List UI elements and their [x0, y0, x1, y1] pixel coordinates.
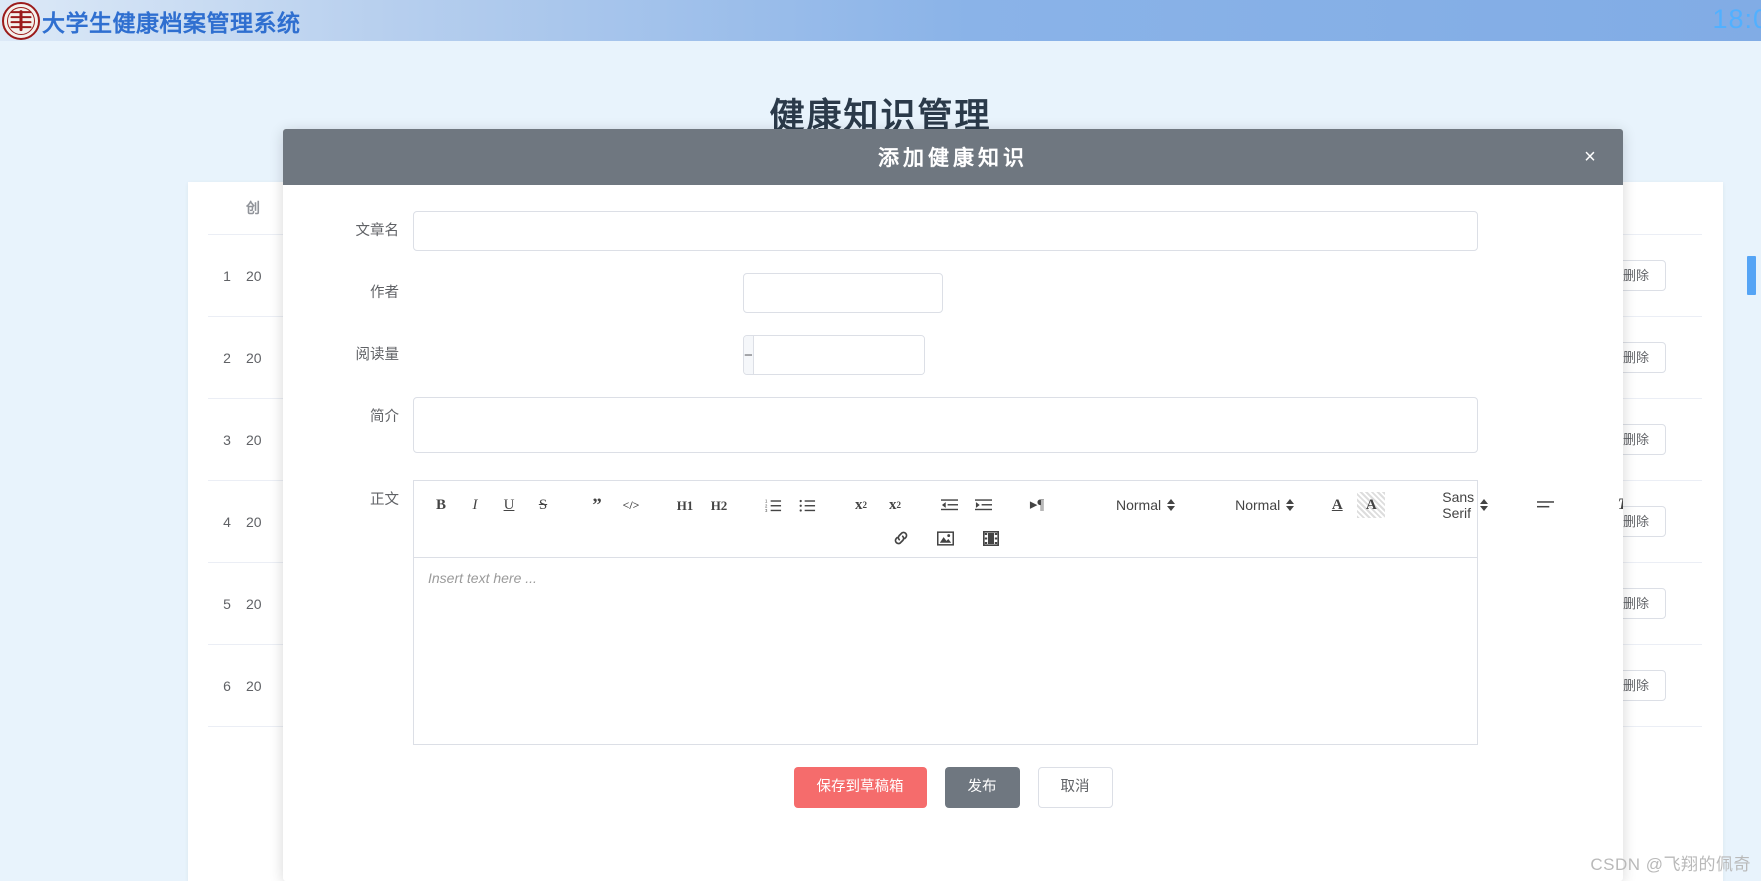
label-intro: 简介 — [370, 409, 399, 425]
dialog-title: 添加健康知识 — [878, 147, 1028, 170]
article-name-input[interactable] — [413, 211, 1478, 251]
dialog-header: 添加健康知识 × — [283, 129, 1623, 185]
toolbar-group-font-picker: Sans Serif — [1426, 489, 1504, 521]
editor-placeholder: Insert text here ... — [428, 570, 537, 586]
toolbar-group-script: x2 x2 — [834, 492, 922, 518]
app-root: 大学生健康档案管理系统 18:0 健康知识管理 创 1 20 删除 2 20 删… — [0, 0, 1761, 881]
font-size-picker[interactable]: Normal — [1116, 497, 1176, 513]
underline-icon[interactable]: U — [495, 492, 523, 518]
label-read-count: 阅读量 — [355, 347, 400, 363]
toolbar-group-size-picker: Normal — [1100, 497, 1191, 513]
image-icon[interactable] — [932, 525, 960, 551]
outdent-icon[interactable] — [935, 492, 963, 518]
italic-icon[interactable]: I — [461, 492, 489, 518]
read-count-stepper[interactable]: − + — [743, 335, 925, 375]
clock-display: 18:0 — [1712, 4, 1761, 34]
align-icon[interactable] — [1531, 492, 1559, 518]
form-row-author: 作者 — [283, 273, 1623, 313]
toolbar-group-direction: ▸¶ — [1010, 492, 1064, 518]
university-seal-icon — [2, 2, 40, 40]
clear-formatting-icon[interactable]: Tx — [1611, 492, 1623, 518]
svg-text:3: 3 — [765, 508, 768, 513]
toolbar-group-headers: H1 H2 — [658, 492, 746, 518]
subscript-icon[interactable]: x2 — [847, 492, 875, 518]
cancel-button[interactable]: 取消 — [1037, 767, 1113, 808]
save-draft-button[interactable]: 保存到草稿箱 — [793, 767, 927, 808]
rich-text-editor: B I U S ” </> H1 H2 1 2 3 x 2 x 2 ▸¶ Nor… — [413, 480, 1623, 745]
toolbar-group-color: A A — [1310, 492, 1398, 518]
form-row-article-name: 文章名 — [283, 211, 1623, 251]
bold-icon[interactable]: B — [427, 492, 455, 518]
cell-index: 2 — [223, 349, 231, 366]
author-input[interactable] — [743, 273, 943, 313]
link-icon[interactable] — [887, 525, 915, 551]
header-1-icon[interactable]: H1 — [671, 492, 699, 518]
label-author: 作者 — [370, 285, 399, 301]
editor-content-area[interactable]: Insert text here ... — [413, 557, 1478, 745]
publish-button[interactable]: 发布 — [944, 767, 1020, 808]
toolbar-group-format: B I U S — [414, 492, 570, 518]
cell-index: 5 — [223, 595, 231, 612]
minus-icon[interactable]: − — [744, 336, 754, 374]
page-scrollbar[interactable] — [1747, 180, 1756, 880]
code-block-icon[interactable]: </> — [617, 492, 645, 518]
form-row-read-count: 阅读量 − + — [283, 335, 1623, 375]
form-row-intro: 简介 — [283, 397, 1623, 458]
chevron-updown-icon — [1167, 499, 1176, 511]
superscript-icon[interactable]: x2 — [881, 492, 909, 518]
toolbar-group-lists: 123 — [746, 492, 834, 518]
video-icon[interactable] — [977, 525, 1005, 551]
toolbar-group-align — [1518, 492, 1572, 518]
watermark: CSDN @飞翔的佩奇 — [1590, 855, 1751, 874]
close-icon[interactable]: × — [1577, 144, 1603, 170]
text-color-icon[interactable]: A — [1323, 492, 1351, 518]
chevron-updown-icon — [1480, 499, 1489, 511]
label-article-name: 文章名 — [355, 223, 400, 239]
blockquote-icon[interactable]: ” — [583, 492, 611, 518]
top-header-bar: 大学生健康档案管理系统 18:0 — [0, 0, 1761, 41]
font-family-picker[interactable]: Sans Serif — [1442, 489, 1489, 521]
font-size-value: Normal — [1116, 497, 1162, 513]
scrollbar-thumb[interactable] — [1747, 256, 1756, 295]
editor-toolbar: B I U S ” </> H1 H2 1 2 3 x 2 x 2 ▸¶ Nor… — [413, 480, 1623, 557]
cell-index: 1 — [223, 267, 231, 284]
toolbar-group-header-picker: Normal — [1219, 497, 1310, 513]
cell-index: 3 — [223, 431, 231, 448]
label-body: 正文 — [370, 492, 399, 508]
header-picker[interactable]: Normal — [1235, 497, 1295, 513]
toolbar-group-embeds — [874, 525, 1018, 551]
site-title: 大学生健康档案管理系统 — [42, 9, 301, 36]
strikethrough-icon[interactable]: S — [529, 492, 557, 518]
font-family-value: Sans Serif — [1442, 489, 1475, 521]
read-count-input[interactable] — [753, 336, 924, 374]
bullet-list-icon[interactable] — [793, 492, 821, 518]
add-health-knowledge-dialog: 添加健康知识 × 文章名 作者 阅读量 − 简介 正文 B I U S ” </… — [283, 129, 1623, 881]
text-direction-icon[interactable]: ▸¶ — [1023, 492, 1051, 518]
chevron-updown-icon — [1286, 499, 1295, 511]
form-row-body: 正文 B I U S ” </> H1 H2 1 2 3 x 2 x 2 ▸¶ … — [283, 480, 1623, 745]
header-picker-value: Normal — [1235, 497, 1281, 513]
intro-textarea[interactable] — [413, 397, 1478, 453]
header-2-icon[interactable]: H2 — [705, 492, 733, 518]
toolbar-group-clear: Tx — [1598, 492, 1623, 518]
toolbar-group-block: ” </> — [570, 492, 658, 518]
dialog-body: 文章名 作者 阅读量 − + — [283, 185, 1623, 808]
ordered-list-icon[interactable]: 123 — [759, 492, 787, 518]
dialog-footer: 保存到草稿箱 发布 取消 — [283, 767, 1623, 808]
cell-index: 4 — [223, 513, 231, 530]
toolbar-group-indent — [922, 492, 1010, 518]
cell-index: 6 — [223, 677, 231, 694]
indent-icon[interactable] — [969, 492, 997, 518]
background-color-icon[interactable]: A — [1357, 492, 1386, 518]
